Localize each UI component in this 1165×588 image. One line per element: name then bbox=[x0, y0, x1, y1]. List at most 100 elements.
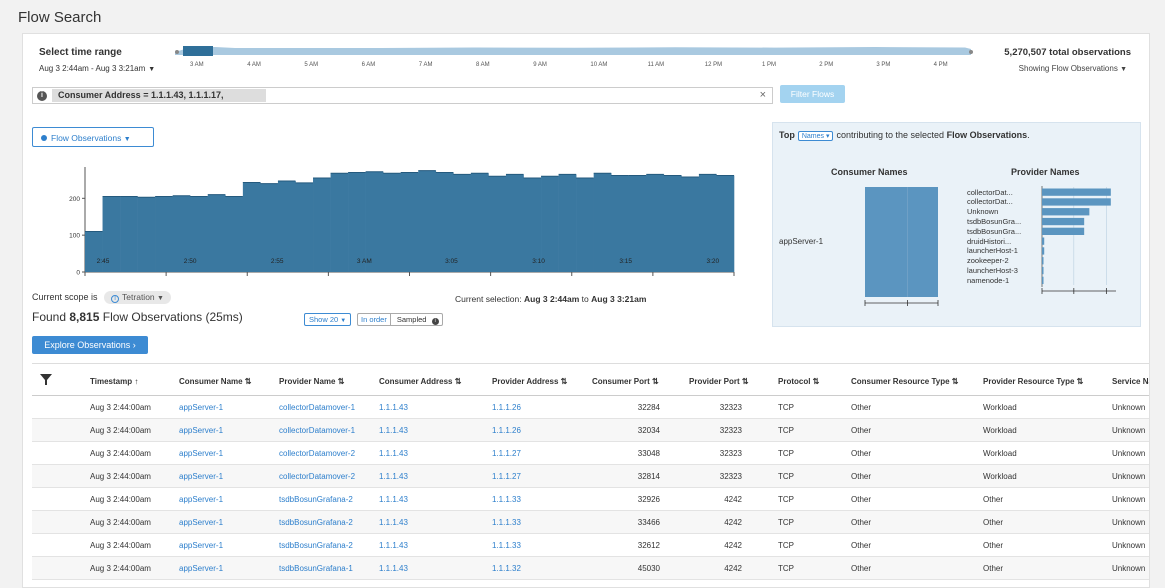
table-row[interactable]: Aug 3 2:44:00am appServer-1 tsdbBosunGrafa… bbox=[32, 557, 1149, 580]
table-cell[interactable]: appServer-1 bbox=[179, 564, 223, 573]
provider-bar[interactable] bbox=[1042, 237, 1045, 245]
table-cell[interactable]: appServer-1 bbox=[179, 403, 223, 412]
table-row[interactable]: Aug 3 2:44:00am appServer-1 collectorDatam… bbox=[32, 442, 1149, 465]
chart-bar[interactable] bbox=[681, 176, 700, 272]
provider-bar[interactable] bbox=[1042, 198, 1111, 206]
chart-bar[interactable] bbox=[558, 174, 577, 272]
table-row[interactable]: Aug 3 2:44:00am appServer-1 tsdbBosunGrafa… bbox=[32, 488, 1149, 511]
consumer-bar[interactable] bbox=[865, 187, 938, 297]
column-header[interactable]: Service Name bbox=[1112, 377, 1149, 386]
table-cell[interactable]: tsdbBosunGrafana-2 bbox=[279, 495, 353, 504]
show-count-dropdown[interactable]: Show 20 ▼ bbox=[304, 313, 352, 326]
timeline-selection[interactable] bbox=[183, 46, 213, 56]
filter-chip[interactable]: Consumer Address = 1.1.1.43, 1.1.1.17, bbox=[52, 89, 266, 102]
table-cell[interactable]: appServer-1 bbox=[179, 449, 223, 458]
table-cell[interactable]: 1.1.1.33 bbox=[492, 518, 521, 527]
explore-observations-button[interactable]: Explore Observations › bbox=[32, 336, 148, 354]
chart-bar[interactable] bbox=[85, 231, 103, 272]
info-icon[interactable]: i bbox=[37, 91, 47, 101]
table-cell[interactable]: appServer-1 bbox=[179, 541, 223, 550]
chart-bar[interactable] bbox=[576, 178, 594, 272]
column-header[interactable]: Consumer Port ⇅ bbox=[592, 377, 659, 386]
table-row[interactable]: Aug 3 2:44:00am appServer-1 tsdbBosunGrafa… bbox=[32, 534, 1149, 557]
provider-bar[interactable] bbox=[1042, 188, 1111, 196]
provider-bar[interactable] bbox=[1042, 247, 1045, 255]
chart-bar[interactable] bbox=[646, 174, 665, 272]
table-cell[interactable]: 1.1.1.43 bbox=[379, 403, 408, 412]
chart-bar[interactable] bbox=[207, 194, 226, 272]
column-header[interactable]: Consumer Address ⇅ bbox=[379, 377, 461, 386]
chart-bar[interactable] bbox=[330, 173, 349, 272]
provider-bar[interactable] bbox=[1042, 217, 1085, 226]
table-cell[interactable]: 1.1.1.43 bbox=[379, 472, 408, 481]
column-header[interactable]: Provider Resource Type ⇅ bbox=[983, 377, 1083, 386]
table-cell[interactable]: 1.1.1.26 bbox=[492, 426, 521, 435]
chart-bar[interactable] bbox=[418, 170, 437, 272]
table-cell[interactable]: tsdbBosunGrafana-2 bbox=[279, 518, 353, 527]
filter-icon[interactable] bbox=[40, 374, 52, 385]
timeline-handle-right[interactable] bbox=[969, 50, 973, 54]
table-cell[interactable]: 1.1.1.43 bbox=[379, 495, 408, 504]
chart-bar[interactable] bbox=[505, 174, 524, 272]
chart-bar[interactable] bbox=[470, 173, 489, 272]
table-cell[interactable]: 1.1.1.33 bbox=[492, 495, 521, 504]
chart-bar[interactable] bbox=[242, 182, 261, 272]
table-cell[interactable]: 1.1.1.27 bbox=[492, 449, 521, 458]
chart-bar[interactable] bbox=[295, 182, 314, 272]
chart-bar[interactable] bbox=[488, 176, 507, 272]
table-cell[interactable]: appServer-1 bbox=[179, 495, 223, 504]
provider-bar[interactable] bbox=[1042, 257, 1044, 265]
table-row[interactable]: Aug 3 2:44:00am appServer-1 collectorDatam… bbox=[32, 419, 1149, 442]
table-cell[interactable]: 1.1.1.43 bbox=[379, 426, 408, 435]
filter-flows-button[interactable]: Filter Flows bbox=[780, 85, 845, 103]
table-cell[interactable]: appServer-1 bbox=[179, 426, 223, 435]
flow-observations-chart[interactable]: 0 100 200 2:45 2:50 2:55 3 AM 3:05 3:10 3:15 3:20 bbox=[28, 162, 743, 287]
showing-dropdown[interactable]: Showing Flow Observations ▼ bbox=[1019, 64, 1127, 73]
table-cell[interactable]: collectorDatamover-2 bbox=[279, 472, 355, 481]
in-order-button[interactable]: In order bbox=[358, 314, 391, 325]
timeline-brush[interactable]: 3 AM 4 AM 5 AM 6 AM 7 AM 8 AM 9 AM 10 AM 11 AM 12… bbox=[175, 43, 975, 73]
table-cell[interactable]: 1.1.1.33 bbox=[492, 541, 521, 550]
metric-dropdown[interactable]: Flow Observations ▼ bbox=[32, 127, 154, 147]
timeline-handle-left[interactable] bbox=[175, 50, 179, 54]
table-row[interactable]: Aug 3 2:44:00am appServer-1 tsdbBosunGrafa… bbox=[32, 511, 1149, 534]
chart-bar[interactable] bbox=[400, 172, 419, 272]
table-cell[interactable]: collectorDatamover-2 bbox=[279, 449, 355, 458]
table-cell[interactable]: 1.1.1.43 bbox=[379, 449, 408, 458]
provider-bar[interactable] bbox=[1042, 208, 1090, 216]
provider-bar[interactable] bbox=[1042, 227, 1085, 235]
chart-bar[interactable] bbox=[593, 173, 612, 272]
table-cell[interactable]: collectorDatamover-1 bbox=[279, 426, 355, 435]
chart-bar[interactable] bbox=[663, 175, 682, 272]
chart-bar[interactable] bbox=[383, 173, 402, 272]
chart-bar[interactable] bbox=[313, 178, 331, 272]
chart-bar[interactable] bbox=[365, 171, 384, 272]
table-row[interactable]: Aug 3 2:44:00am appServer-1 collectorDatam… bbox=[32, 465, 1149, 488]
column-header[interactable]: Consumer Resource Type ⇅ bbox=[851, 377, 958, 386]
table-cell[interactable]: appServer-1 bbox=[179, 472, 223, 481]
provider-bar[interactable] bbox=[1042, 266, 1044, 275]
scope-dropdown[interactable]: T Tetration ▼ bbox=[104, 291, 171, 304]
table-cell[interactable]: 1.1.1.32 bbox=[492, 564, 521, 573]
table-cell[interactable]: 1.1.1.26 bbox=[492, 403, 521, 412]
chart-bar[interactable] bbox=[225, 196, 244, 272]
table-row[interactable]: Aug 3 2:44:00am appServer-1 collectorDatam… bbox=[32, 396, 1149, 419]
chart-bar[interactable] bbox=[137, 197, 156, 272]
table-cell[interactable]: 1.1.1.43 bbox=[379, 564, 408, 573]
column-header[interactable]: Consumer Name ⇅ bbox=[179, 377, 252, 386]
table-cell[interactable]: 1.1.1.27 bbox=[492, 472, 521, 481]
column-header[interactable]: Provider Address ⇅ bbox=[492, 377, 567, 386]
column-header[interactable]: Timestamp ↑ bbox=[90, 377, 138, 386]
close-icon[interactable]: × bbox=[760, 89, 766, 101]
table-cell[interactable]: tsdbBosunGrafana-2 bbox=[279, 541, 353, 550]
table-cell[interactable]: collectorDatamover-1 bbox=[279, 403, 355, 412]
time-range-dropdown[interactable]: Aug 3 2:44am - Aug 3 3:21am ▼ bbox=[39, 64, 155, 73]
sampled-button[interactable]: Sampled i bbox=[391, 314, 442, 325]
table-cell[interactable]: 1.1.1.43 bbox=[379, 541, 408, 550]
filter-input[interactable]: i Consumer Address = 1.1.1.43, 1.1.1.17,… bbox=[32, 87, 773, 104]
column-header[interactable]: Provider Name ⇅ bbox=[279, 377, 344, 386]
table-cell[interactable]: tsdbBosunGrafana-1 bbox=[279, 564, 353, 573]
column-header[interactable]: Protocol ⇅ bbox=[778, 377, 819, 386]
chart-bar[interactable] bbox=[155, 196, 174, 272]
table-cell[interactable]: appServer-1 bbox=[179, 518, 223, 527]
